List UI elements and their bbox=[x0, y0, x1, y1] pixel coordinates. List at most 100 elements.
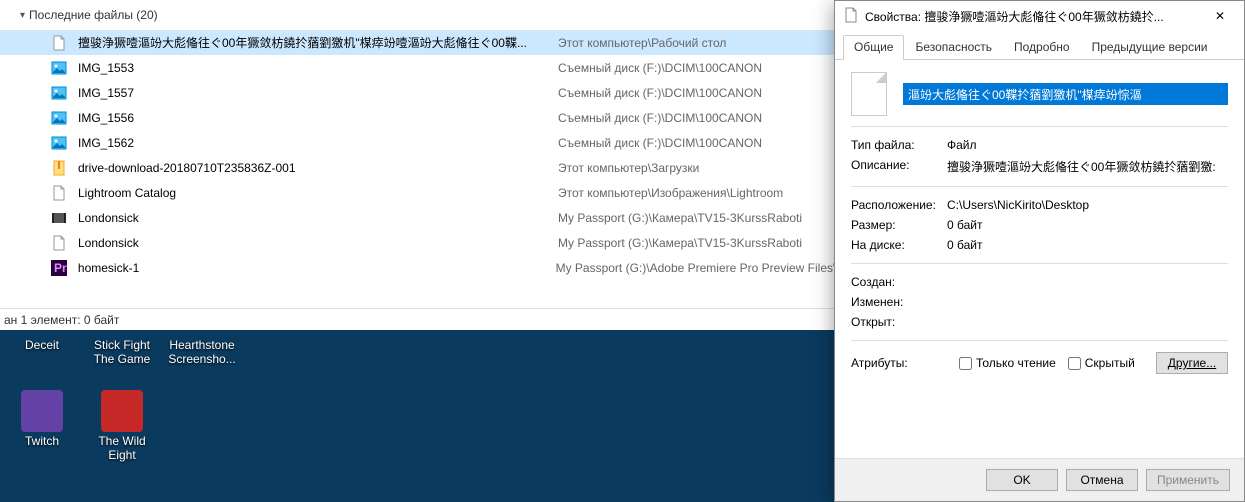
tab-общие[interactable]: Общие bbox=[843, 35, 904, 60]
file-icon bbox=[843, 7, 859, 26]
label-size: Размер: bbox=[851, 218, 947, 232]
file-path: Этот компьютер\Загрузки bbox=[558, 161, 699, 175]
chevron-down-icon: ▾ bbox=[20, 10, 25, 21]
value-type: Файл bbox=[947, 138, 1228, 152]
zip-icon bbox=[50, 159, 68, 177]
label-attributes: Атрибуты: bbox=[851, 356, 947, 370]
file-name: Lightroom Catalog bbox=[78, 186, 558, 200]
file-icon bbox=[50, 34, 68, 52]
file-path: Съемный диск (F:)\DCIM\100CANON bbox=[558, 86, 762, 100]
value-created bbox=[947, 275, 1228, 289]
file-list: 擅骏浄獗噎漚竕⼤彪偹往ぐ00年獗敛枋鐃扵蕕劉獥机"楳瘁竕噎漚竕⼤彪偹往ぐ00鞢.… bbox=[0, 30, 835, 280]
status-text: ан 1 элемент: 0 байт bbox=[4, 313, 119, 327]
file-row[interactable]: IMG_1557Съемный диск (F:)\DCIM\100CANON bbox=[0, 80, 835, 105]
readonly-checkbox[interactable]: Только чтение bbox=[959, 356, 1056, 370]
label-modified: Изменен: bbox=[851, 295, 947, 309]
tab-безопасность[interactable]: Безопасность bbox=[904, 35, 1003, 59]
file-name: 擅骏浄獗噎漚竕⼤彪偹往ぐ00年獗敛枋鐃扵蕕劉獥机"楳瘁竕噎漚竕⼤彪偹往ぐ00鞢.… bbox=[78, 34, 558, 51]
desktop-icons-row-1: Deceit Stick Fight The Game Hearthstone Sc… bbox=[0, 338, 244, 366]
file-name: IMG_1562 bbox=[78, 136, 558, 150]
file-path: My Passport (G:)\Камера\TV15-3KurssRabot… bbox=[558, 236, 802, 250]
cancel-button[interactable]: Отмена bbox=[1066, 469, 1138, 491]
close-icon: ✕ bbox=[1215, 9, 1225, 23]
label-created: Создан: bbox=[851, 275, 947, 289]
other-attributes-button[interactable]: Другие... bbox=[1156, 352, 1228, 374]
file-row[interactable]: drive-download-20180710T235836Z-001Этот … bbox=[0, 155, 835, 180]
file-name: IMG_1553 bbox=[78, 61, 558, 75]
svg-text:Pr: Pr bbox=[54, 261, 67, 275]
file-row[interactable]: IMG_1553Съемный диск (F:)\DCIM\100CANON bbox=[0, 55, 835, 80]
file-row[interactable]: LondonsickMy Passport (G:)\Камера\TV15-3… bbox=[0, 230, 835, 255]
filename-input[interactable] bbox=[903, 83, 1228, 105]
desktop-shortcut[interactable]: The Wild Eight bbox=[88, 390, 156, 462]
shortcut-label: Hearthstone Screensho... bbox=[168, 338, 236, 366]
shortcut-label: The Wild Eight bbox=[88, 434, 156, 462]
tab-подробно[interactable]: Подробно bbox=[1003, 35, 1081, 59]
properties-dialog: Свойства: 擅骏浄獗噎漚竕⼤彪偹往ぐ00年獗敛枋鐃扵... ✕ Общи… bbox=[834, 0, 1245, 502]
value-modified bbox=[947, 295, 1228, 309]
ok-button[interactable]: OK bbox=[986, 469, 1058, 491]
video-icon bbox=[50, 209, 68, 227]
dialog-body: Тип файла:Файл Описание:擅骏浄獗噎漚竕⼤彪偹往ぐ00年獗… bbox=[835, 60, 1244, 458]
file-path: Этот компьютер\Изображения\Lightroom bbox=[558, 186, 783, 200]
desktop-shortcut[interactable]: Stick Fight The Game bbox=[88, 338, 156, 366]
file-icon bbox=[50, 184, 68, 202]
file-type-icon bbox=[851, 72, 887, 116]
file-name: IMG_1556 bbox=[78, 111, 558, 125]
app-icon bbox=[21, 390, 63, 432]
dialog-button-row: OK Отмена Применить bbox=[835, 458, 1244, 501]
file-path: Съемный диск (F:)\DCIM\100CANON bbox=[558, 61, 762, 75]
label-description: Описание: bbox=[851, 158, 947, 175]
label-opened: Открыт: bbox=[851, 315, 947, 329]
shortcut-label: Deceit bbox=[8, 338, 76, 352]
label-location: Расположение: bbox=[851, 198, 947, 212]
tab-предыдущие версии[interactable]: Предыдущие версии bbox=[1081, 35, 1219, 59]
shortcut-label: Twitch bbox=[8, 434, 76, 448]
file-row[interactable]: 擅骏浄獗噎漚竕⼤彪偹往ぐ00年獗敛枋鐃扵蕕劉獥机"楳瘁竕噎漚竕⼤彪偹往ぐ00鞢.… bbox=[0, 30, 835, 55]
file-name: Londonsick bbox=[78, 236, 558, 250]
file-path: My Passport (G:)\Камера\TV15-3KurssRabot… bbox=[558, 211, 802, 225]
file-name: Londonsick bbox=[78, 211, 558, 225]
hidden-checkbox[interactable]: Скрытый bbox=[1068, 356, 1135, 370]
image-icon bbox=[50, 59, 68, 77]
file-name: homesick-1 bbox=[78, 261, 556, 275]
dialog-title: Свойства: 擅骏浄獗噎漚竕⼤彪偹往ぐ00年獗敛枋鐃扵... bbox=[865, 8, 1200, 25]
file-path: Этот компьютер\Рабочий стол bbox=[558, 36, 726, 50]
value-size: 0 байт bbox=[947, 218, 1228, 232]
status-bar: ан 1 элемент: 0 байт bbox=[0, 308, 835, 330]
file-row[interactable]: IMG_1562Съемный диск (F:)\DCIM\100CANON bbox=[0, 130, 835, 155]
file-path: Съемный диск (F:)\DCIM\100CANON bbox=[558, 111, 762, 125]
desktop-shortcut[interactable]: Twitch bbox=[8, 390, 76, 462]
app-icon bbox=[101, 390, 143, 432]
close-button[interactable]: ✕ bbox=[1200, 2, 1240, 30]
desktop-icons-row-2: Twitch The Wild Eight bbox=[0, 390, 164, 462]
file-path: My Passport (G:)\Adobe Premiere Pro Prev… bbox=[556, 261, 835, 275]
file-name: drive-download-20180710T235836Z-001 bbox=[78, 161, 558, 175]
file-row[interactable]: LondonsickMy Passport (G:)\Камера\TV15-3… bbox=[0, 205, 835, 230]
image-icon bbox=[50, 84, 68, 102]
section-title: Последние файлы (20) bbox=[29, 8, 158, 22]
image-icon bbox=[50, 109, 68, 127]
file-icon bbox=[50, 234, 68, 252]
dialog-titlebar[interactable]: Свойства: 擅骏浄獗噎漚竕⼤彪偹往ぐ00年獗敛枋鐃扵... ✕ bbox=[835, 1, 1244, 31]
explorer-window: ▾ Последние файлы (20) 擅骏浄獗噎漚竕⼤彪偹往ぐ00年獗敛… bbox=[0, 0, 835, 330]
label-type: Тип файла: bbox=[851, 138, 947, 152]
label-on-disk: На диске: bbox=[851, 238, 947, 252]
value-opened bbox=[947, 315, 1228, 329]
desktop-shortcut[interactable]: Deceit bbox=[8, 338, 76, 366]
file-row[interactable]: Pr homesick-1My Passport (G:)\Adobe Premi… bbox=[0, 255, 835, 280]
tab-strip: ОбщиеБезопасностьПодробноПредыдущие верс… bbox=[835, 31, 1244, 60]
image-icon bbox=[50, 134, 68, 152]
value-location: C:\Users\NicKirito\Desktop bbox=[947, 198, 1228, 212]
value-on-disk: 0 байт bbox=[947, 238, 1228, 252]
file-path: Съемный диск (F:)\DCIM\100CANON bbox=[558, 136, 762, 150]
premiere-icon: Pr bbox=[50, 259, 68, 277]
file-row[interactable]: Lightroom CatalogЭтот компьютер\Изображе… bbox=[0, 180, 835, 205]
file-row[interactable]: IMG_1556Съемный диск (F:)\DCIM\100CANON bbox=[0, 105, 835, 130]
recent-files-header[interactable]: ▾ Последние файлы (20) bbox=[0, 0, 835, 30]
apply-button[interactable]: Применить bbox=[1146, 469, 1230, 491]
desktop-shortcut[interactable]: Hearthstone Screensho... bbox=[168, 338, 236, 366]
value-description: 擅骏浄獗噎漚竕⼤彪偹往ぐ00年獗敛枋鐃扵蕕劉獥: bbox=[947, 158, 1228, 175]
shortcut-label: Stick Fight The Game bbox=[88, 338, 156, 366]
file-name: IMG_1557 bbox=[78, 86, 558, 100]
